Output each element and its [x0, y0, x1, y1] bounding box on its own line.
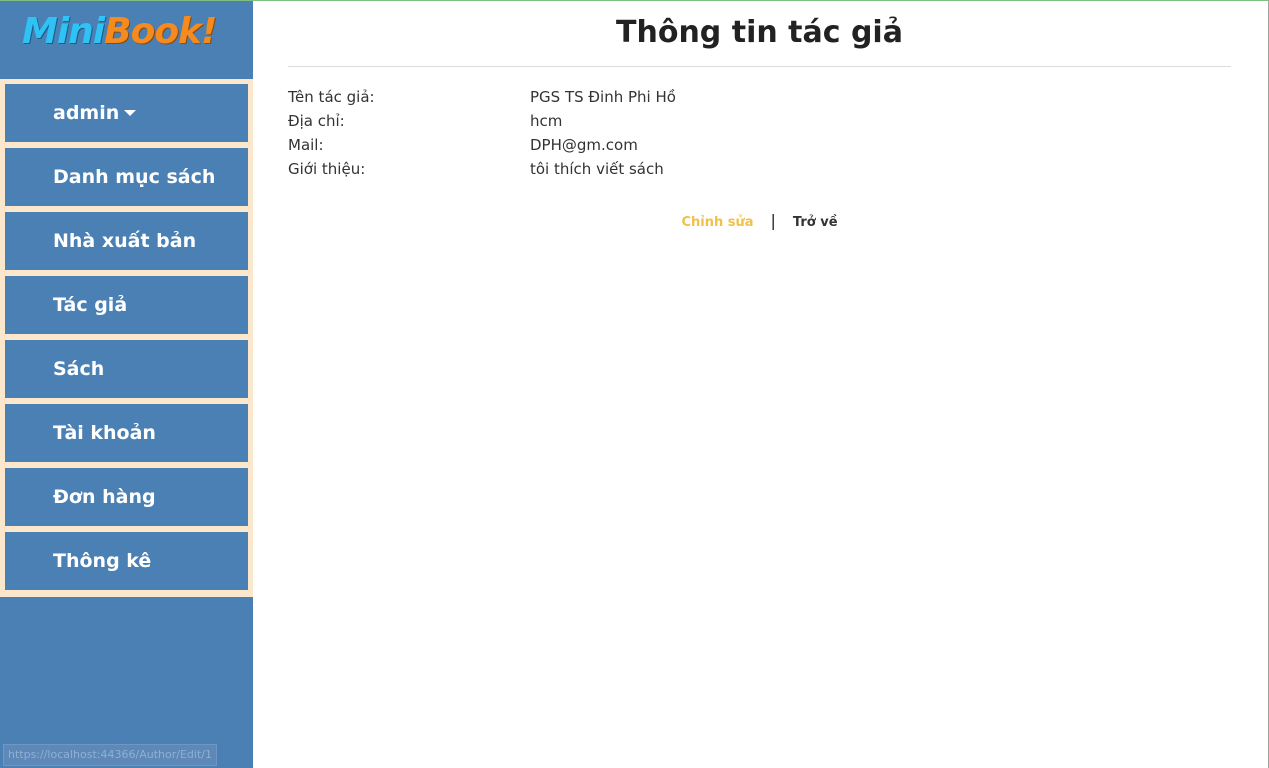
sidebar-item-admin-dropdown[interactable]: admin — [5, 84, 248, 142]
edit-link[interactable]: Chỉnh sửa — [681, 215, 753, 230]
sidebar-item-statistics[interactable]: Thông kê — [5, 532, 248, 590]
detail-row-mail: Mail: DPH@gm.com — [288, 133, 1231, 157]
detail-row-address: Địa chỉ: hcm — [288, 109, 1231, 133]
sidebar-item-label: Tài khoản — [53, 422, 156, 444]
minibook-logo[interactable]: MiniBook! — [22, 11, 217, 52]
main-content: Thông tin tác giả Tên tác giả: PGS TS Đi… — [288, 1, 1231, 231]
logo-mini: Mini — [22, 11, 105, 52]
sidebar-item-label: Đơn hàng — [53, 486, 156, 508]
sidebar-menu: admin Danh mục sách Nhà xuất bản Tác giả… — [0, 79, 253, 597]
sidebar-item-label: Thông kê — [53, 550, 152, 572]
caret-down-icon — [124, 110, 137, 116]
detail-label: Giới thiệu: — [288, 160, 366, 178]
sidebar-item-label: Tác giả — [53, 294, 128, 316]
divider — [288, 66, 1231, 67]
sidebar-item-label: Sách — [53, 358, 105, 380]
detail-label: Địa chỉ: — [288, 112, 345, 130]
sidebar-item-book-categories[interactable]: Danh mục sách — [5, 148, 248, 206]
detail-row-introduction: Giới thiệu: tôi thích viết sách — [288, 157, 1231, 181]
sidebar-item-books[interactable]: Sách — [5, 340, 248, 398]
author-details: Tên tác giả: PGS TS Đinh Phi Hồ Địa chỉ:… — [288, 85, 1231, 181]
sidebar-item-label: Danh mục sách — [53, 166, 216, 188]
app-window: MiniBook! admin Danh mục sách Nhà xuất b… — [0, 0, 1269, 768]
link-separator: | — [770, 211, 776, 230]
logo-area[interactable]: MiniBook! — [0, 1, 253, 79]
detail-label: Tên tác giả: — [288, 88, 375, 106]
detail-row-author-name: Tên tác giả: PGS TS Đinh Phi Hồ — [288, 85, 1231, 109]
detail-label: Mail: — [288, 136, 324, 154]
status-bar-url: https://localhost:44366/Author/Edit/1 — [3, 744, 217, 766]
sidebar-item-accounts[interactable]: Tài khoản — [5, 404, 248, 462]
detail-value: DPH@gm.com — [530, 136, 638, 154]
detail-value: PGS TS Đinh Phi Hồ — [530, 88, 676, 106]
sidebar-item-publishers[interactable]: Nhà xuất bản — [5, 212, 248, 270]
detail-value: hcm — [530, 112, 563, 130]
detail-value: tôi thích viết sách — [530, 160, 664, 178]
sidebar-item-label: admin — [53, 102, 120, 124]
action-links: Chỉnh sửa | Trở về — [288, 211, 1231, 231]
sidebar: MiniBook! admin Danh mục sách Nhà xuất b… — [0, 1, 253, 768]
logo-book: Book! — [104, 11, 217, 52]
sidebar-item-authors[interactable]: Tác giả — [5, 276, 248, 334]
back-link[interactable]: Trở về — [793, 215, 838, 230]
sidebar-item-label: Nhà xuất bản — [53, 230, 197, 252]
page-title: Thông tin tác giả — [616, 15, 903, 50]
sidebar-item-orders[interactable]: Đơn hàng — [5, 468, 248, 526]
